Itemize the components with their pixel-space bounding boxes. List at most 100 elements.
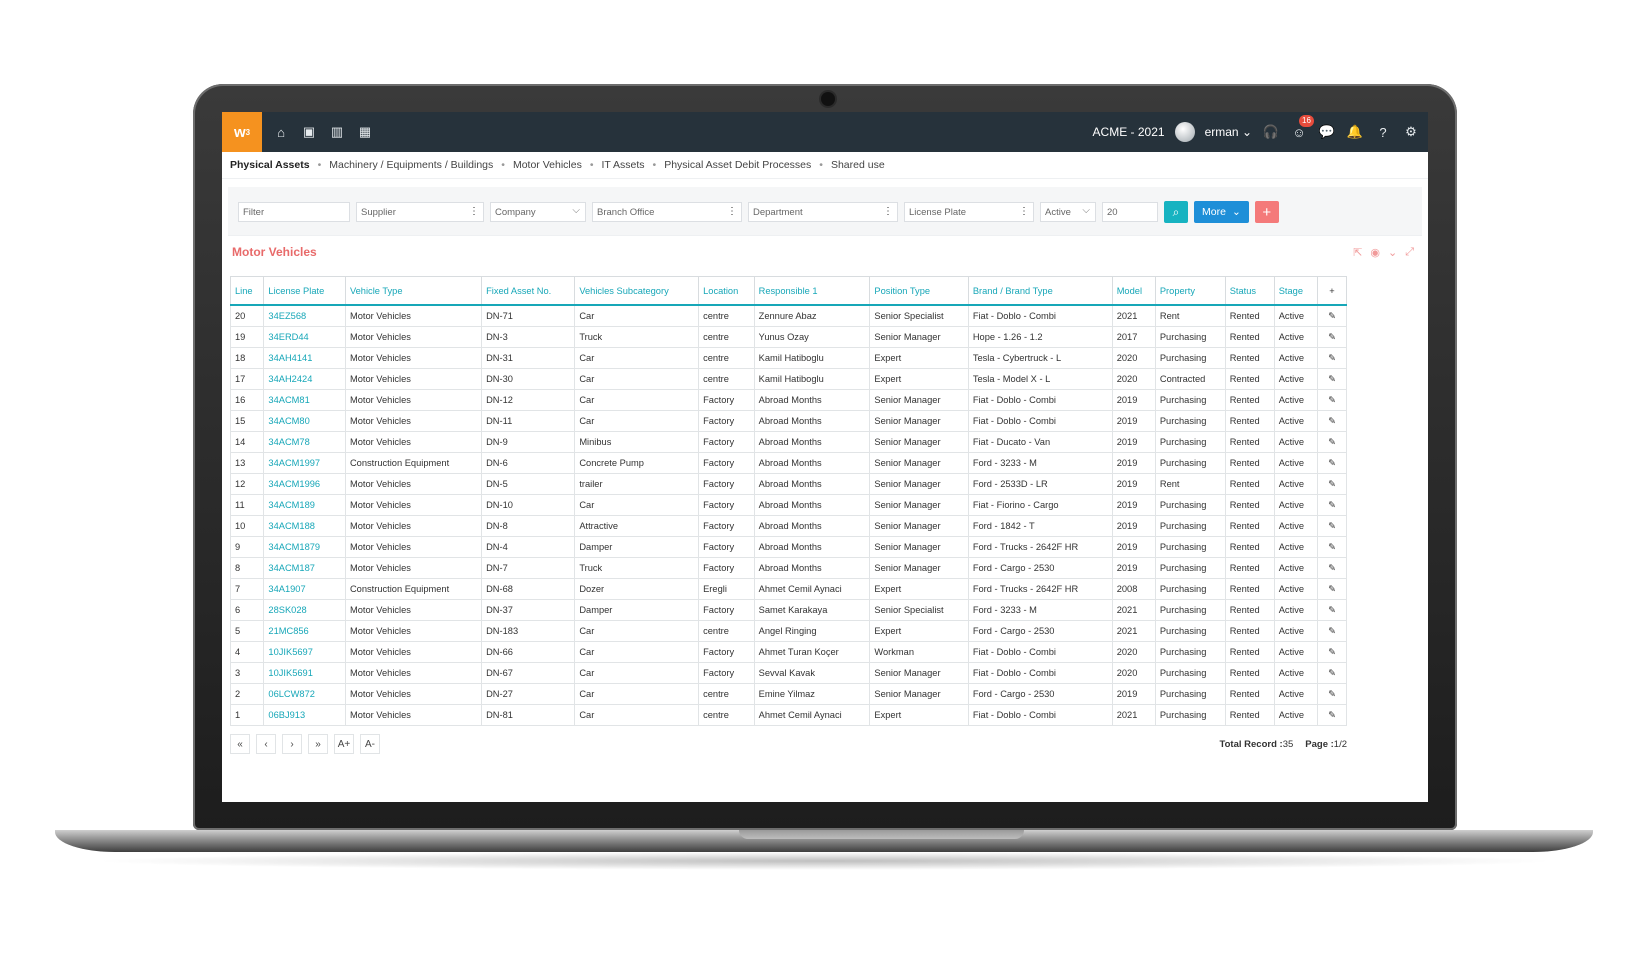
calendar-icon[interactable]: ▦ (356, 123, 374, 141)
license-plate-link[interactable]: 34A1907 (263, 578, 346, 600)
edit-icon[interactable]: ✎ (1317, 662, 1347, 684)
company-selector[interactable]: ACME - 2021 (1093, 125, 1165, 139)
add-button[interactable]: + (1254, 201, 1279, 223)
table-row[interactable]: 15 34ACM80 Motor Vehicles DN-11 Car Factory Ab… (229, 410, 1347, 432)
column-header[interactable]: Model (1111, 276, 1156, 306)
license-plate-link[interactable]: 34ACM1879 (263, 536, 346, 558)
table-row[interactable]: 17 34AH2424 Motor Vehicles DN-30 Car centre Ka… (229, 368, 1347, 390)
edit-icon[interactable]: ✎ (1317, 704, 1347, 726)
table-row[interactable]: 12 34ACM1996 Motor Vehicles DN-5 trailer Fact… (229, 473, 1347, 495)
last-page-button[interactable]: » (308, 734, 328, 754)
license-plate-link[interactable]: 06LCW872 (263, 683, 346, 705)
department-field[interactable]: Department ⋮ (748, 202, 898, 222)
license-plate-link[interactable]: 34EZ568 (263, 304, 346, 327)
edit-icon[interactable]: ✎ (1317, 389, 1347, 411)
filter-input[interactable]: Filter (238, 202, 350, 222)
table-row[interactable]: 2 06LCW872 Motor Vehicles DN-27 Car centre Emi… (229, 683, 1347, 705)
edit-icon[interactable]: ✎ (1317, 620, 1347, 642)
user-menu[interactable]: erman ⌄ (1205, 125, 1252, 139)
license-plate-link[interactable]: 34ERD44 (263, 326, 346, 348)
kebab-icon[interactable]: ⋮ (883, 206, 893, 217)
tab-it-assets[interactable]: IT Assets (602, 159, 645, 171)
license-plate-link[interactable]: 34ACM188 (263, 515, 346, 537)
license-plate-link[interactable]: 34ACM1996 (263, 473, 346, 495)
column-header[interactable]: Vehicles Subcategory (574, 276, 700, 306)
edit-icon[interactable]: ✎ (1317, 431, 1347, 453)
table-row[interactable]: 4 10JIK5697 Motor Vehicles DN-66 Car Factory A… (229, 641, 1347, 663)
font-increase-button[interactable]: A+ (334, 734, 354, 754)
table-row[interactable]: 11 34ACM189 Motor Vehicles DN-10 Car Factory A… (229, 494, 1347, 516)
home-icon[interactable]: ⌂ (272, 123, 290, 141)
smile-icon[interactable]: ☺ 16 (1290, 115, 1314, 141)
table-row[interactable]: 19 34ERD44 Motor Vehicles DN-3 Truck centre Yu… (229, 326, 1347, 348)
page-size-input[interactable]: 20 (1102, 202, 1158, 222)
column-header[interactable]: Fixed Asset No. (481, 276, 576, 306)
edit-icon[interactable]: ✎ (1317, 641, 1347, 663)
column-header[interactable]: Stage (1273, 276, 1319, 306)
table-row[interactable]: 9 34ACM1879 Motor Vehicles DN-4 Damper Factor… (229, 536, 1347, 558)
edit-icon[interactable]: ✎ (1317, 578, 1347, 600)
edit-icon[interactable]: ✎ (1317, 494, 1347, 516)
edit-icon[interactable]: ✎ (1317, 599, 1347, 621)
table-row[interactable]: 3 10JIK5691 Motor Vehicles DN-67 Car Factory S… (229, 662, 1347, 684)
export-icon[interactable]: ⇱ (1353, 246, 1362, 259)
edit-icon[interactable]: ✎ (1317, 683, 1347, 705)
next-page-button[interactable]: › (282, 734, 302, 754)
column-header[interactable]: Location (698, 276, 755, 306)
status-select[interactable]: Active ⌵ (1040, 202, 1096, 222)
table-row[interactable]: 8 34ACM187 Motor Vehicles DN-7 Truck Factory A… (229, 557, 1347, 579)
edit-icon[interactable]: ✎ (1317, 536, 1347, 558)
edit-icon[interactable]: ✎ (1317, 473, 1347, 495)
tab-machinery[interactable]: Machinery / Equipments / Buildings (329, 159, 493, 171)
chevron-down-icon[interactable]: ⌄ (1388, 246, 1397, 259)
chat-icon[interactable]: 💬 (1318, 123, 1336, 141)
license-plate-link[interactable]: 34ACM1997 (263, 452, 346, 474)
edit-icon[interactable]: ✎ (1317, 347, 1347, 369)
avatar[interactable] (1174, 122, 1195, 142)
first-page-button[interactable]: « (230, 734, 250, 754)
supplier-field[interactable]: Supplier ⋮ (356, 202, 484, 222)
table-row[interactable]: 14 34ACM78 Motor Vehicles DN-9 Minibus Factor… (229, 431, 1347, 453)
table-row[interactable]: 20 34EZ568 Motor Vehicles DN-71 Car centre Zen… (229, 304, 1347, 327)
table-row[interactable]: 7 34A1907 Construction Equipment DN-68 Dozer… (229, 578, 1347, 600)
column-header[interactable]: License Plate (263, 276, 346, 306)
tab-physical-assets[interactable]: Physical Assets (230, 159, 310, 171)
license-plate-link[interactable]: 28SK028 (263, 599, 346, 621)
expand-icon[interactable]: ⤢ (1405, 246, 1414, 259)
branch-office-field[interactable]: Branch Office ⋮ (592, 202, 742, 222)
app-logo[interactable]: w3 (222, 112, 262, 152)
gear-icon[interactable]: ⚙ (1402, 123, 1420, 141)
table-row[interactable]: 16 34ACM81 Motor Vehicles DN-12 Car Factory Ab… (229, 389, 1347, 411)
license-plate-link[interactable]: 34ACM187 (263, 557, 346, 579)
column-header[interactable]: Vehicle Type (344, 276, 483, 306)
column-header[interactable]: Status (1224, 276, 1275, 306)
license-plate-link[interactable]: 21MC856 (263, 620, 346, 642)
license-plate-link[interactable]: 10JIK5697 (263, 641, 346, 663)
tab-debit-processes[interactable]: Physical Asset Debit Processes (664, 159, 811, 171)
edit-icon[interactable]: ✎ (1317, 410, 1347, 432)
edit-icon[interactable]: ✎ (1317, 452, 1347, 474)
font-decrease-button[interactable]: A- (360, 734, 380, 754)
briefcase-icon[interactable]: ▣ (300, 123, 318, 141)
table-row[interactable]: 1 06BJ913 Motor Vehicles DN-81 Car centre Ahme… (229, 704, 1347, 726)
tab-shared-use[interactable]: Shared use (831, 159, 885, 171)
help-icon[interactable]: ? (1374, 123, 1392, 141)
edit-icon[interactable]: ✎ (1317, 368, 1347, 390)
table-row[interactable]: 18 34AH4141 Motor Vehicles DN-31 Car centre Ka… (229, 347, 1347, 369)
company-select[interactable]: Company ⌵ (490, 202, 586, 222)
license-plate-link[interactable]: 34AH2424 (263, 368, 346, 390)
kebab-icon[interactable]: ⋮ (1019, 206, 1029, 217)
kebab-icon[interactable]: ⋮ (469, 206, 479, 217)
column-header[interactable]: Responsible 1 (753, 276, 871, 306)
search-button[interactable]: ⌕ (1164, 201, 1188, 223)
column-header[interactable]: Position Type (869, 276, 969, 306)
table-row[interactable]: 5 21MC856 Motor Vehicles DN-183 Car centre Ang… (229, 620, 1347, 642)
column-header[interactable]: Brand / Brand Type (967, 276, 1113, 306)
bell-icon[interactable]: 🔔 (1346, 123, 1364, 141)
edit-icon[interactable]: ✎ (1317, 304, 1347, 327)
prev-page-button[interactable]: ‹ (256, 734, 276, 754)
table-row[interactable]: 10 34ACM188 Motor Vehicles DN-8 Attractive Fa… (229, 515, 1347, 537)
license-plate-link[interactable]: 34ACM189 (263, 494, 346, 516)
add-column-button[interactable]: + (1317, 276, 1347, 306)
table-row[interactable]: 13 34ACM1997 Construction Equipment DN-6 Con… (229, 452, 1347, 474)
